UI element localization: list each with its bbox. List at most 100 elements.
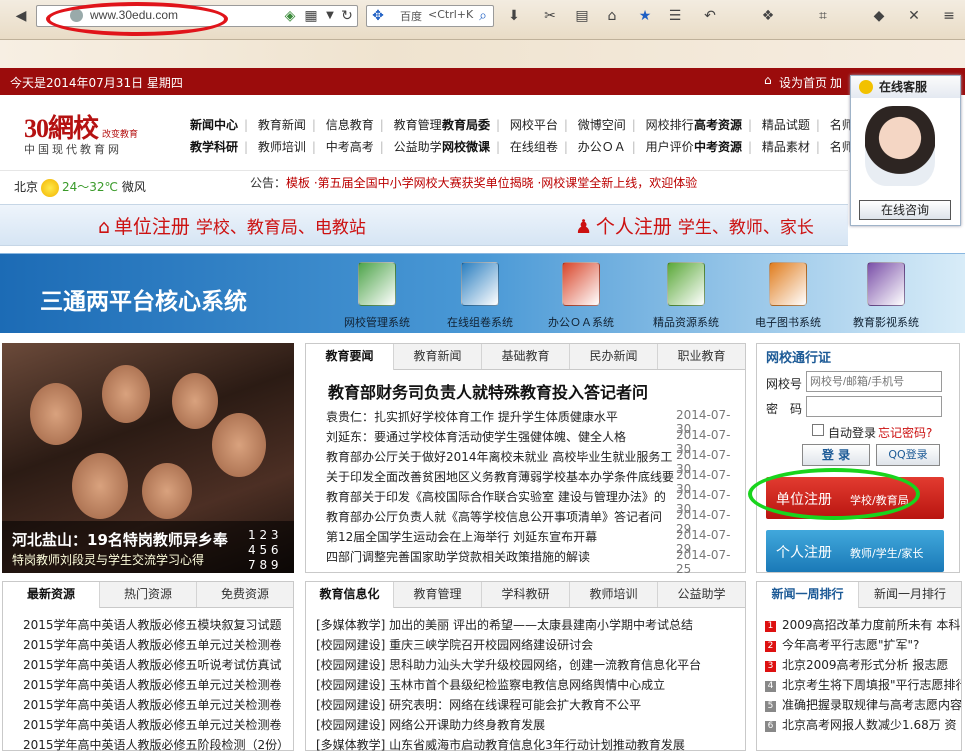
ranking-item[interactable]: 4 北京考生将下周填报"平行志愿排行" <box>765 676 961 693</box>
tab-free-resources[interactable]: 免费资源 <box>197 582 293 607</box>
password-input[interactable] <box>806 396 942 417</box>
nav-link[interactable]: 教师培训 <box>258 140 306 154</box>
person-register-link[interactable]: ♟ 个人注册 学生、教师、家长 <box>575 212 814 239</box>
nav-link[interactable]: 中考高考 <box>326 140 374 154</box>
download-icon[interactable]: ⬇ <box>505 7 523 25</box>
system-tile[interactable]: 精品资源系统 <box>638 262 734 330</box>
news-item[interactable]: 第12届全国学生运动会在上海举行 刘延东宣布开幕 <box>326 528 597 545</box>
chat-bubble-icon[interactable]: ◆ <box>870 7 888 25</box>
account-input[interactable] <box>806 371 942 392</box>
bookmarks-list-icon[interactable]: ☰ <box>666 7 684 25</box>
unit-register-link[interactable]: ⌂ 单位注册 学校、教育局、电教站 <box>98 212 366 239</box>
qr-code-icon[interactable]: ▦ <box>302 7 320 25</box>
grid-icon[interactable]: ▤ <box>573 7 591 25</box>
screenshot-icon[interactable]: ✂ <box>541 7 559 25</box>
pager-row[interactable]: 4 5 6 <box>248 543 292 558</box>
site-logo[interactable]: 30網校 改变教育 中国现代教育网 <box>24 108 138 157</box>
news-item[interactable]: 教育部关于印发《高校国际合作联合实验室 建设与管理办法》的 <box>326 488 666 505</box>
search-icon[interactable]: ⌕ <box>474 7 492 25</box>
system-tile[interactable]: 电子图书系统 <box>740 262 836 330</box>
login-button[interactable]: 登 录 <box>802 444 870 466</box>
auto-login-checkbox[interactable] <box>812 424 824 436</box>
news-item[interactable]: 教育部办公厅负责人就《高等学校信息公开事项清单》答记者问 <box>326 508 662 525</box>
ranking-item[interactable]: 2 今年高考平行志愿"扩军"? <box>765 636 919 653</box>
crop-icon[interactable]: ⌗ <box>814 7 832 25</box>
nav-link[interactable]: 在线组卷 <box>510 140 558 154</box>
system-tile[interactable]: 办公ＯＡ系统 <box>533 262 629 330</box>
reload-icon[interactable]: ↻ <box>338 7 356 25</box>
nav-link[interactable]: 网校平台 <box>510 118 558 132</box>
online-consult-button[interactable]: 在线咨询 <box>859 200 951 220</box>
info-item[interactable]: [校园网建设] 网络公开课助力终身教育发展 <box>316 716 545 733</box>
resource-item[interactable]: 2015学年高中英语人教版必修五单元过关检测卷 <box>23 716 282 733</box>
news-item[interactable]: 刘延东：要通过学校体育活动使学生强健体魄、健全人格 <box>326 428 626 445</box>
tab-teacher-training[interactable]: 教师培训 <box>570 582 658 607</box>
shield-icon[interactable]: ◈ <box>281 7 299 25</box>
qq-login-button[interactable]: QQ登录 <box>876 444 940 466</box>
nav-link[interactable]: 办公ＯＡ <box>578 140 626 154</box>
ranking-item[interactable]: 3 北京2009高考形式分析 报志愿 <box>765 656 948 673</box>
tab-edu-news[interactable]: 教育新闻 <box>394 344 482 369</box>
nav-link[interactable]: 精品素材 <box>762 140 810 154</box>
news-item[interactable]: 教育部办公厅关于做好2014年离校未就业 高校毕业生就业服务工 <box>326 448 672 465</box>
nav-micro-course[interactable]: 网校微课 <box>442 140 490 154</box>
news-item[interactable]: 四部门调整完善国家助学贷款相关政策措施的解读 <box>326 548 590 565</box>
news-headline[interactable]: 教育部财务司负责人就特殊教育投入答记者问 <box>328 379 648 403</box>
info-item[interactable]: [多媒体教学] 加出的美丽 评出的希望——太康县建南小学期中考试总结 <box>316 616 693 633</box>
tab-private-news[interactable]: 民办新闻 <box>570 344 658 369</box>
tab-monthly-ranking[interactable]: 新闻一月排行 <box>859 582 961 607</box>
resource-item[interactable]: 2015学年高中英语人教版必修五听说考试仿真试 <box>23 656 282 673</box>
tab-vocational[interactable]: 职业教育 <box>658 344 745 369</box>
tab-subject-research[interactable]: 学科教研 <box>482 582 570 607</box>
nav-gaokao-resources[interactable]: 高考资源 <box>694 118 742 132</box>
nav-link[interactable]: 教育管理 <box>394 118 442 132</box>
nav-edu-bureau[interactable]: 教育局委 <box>442 118 490 132</box>
resource-item[interactable]: 2015学年高中英语人教版必修五阶段检测（2份） <box>23 736 285 753</box>
windows-icon[interactable]: ❖ <box>759 7 777 25</box>
resource-item[interactable]: 2015学年高中英语人教版必修五单元过关检测卷 <box>23 676 282 693</box>
nav-news-center[interactable]: 新闻中心 <box>190 118 238 132</box>
back-arrow-icon[interactable]: ◀ <box>12 7 30 25</box>
tab-public-welfare[interactable]: 公益助学 <box>658 582 745 607</box>
nav-zhongkao-resources[interactable]: 中考资源 <box>694 140 742 154</box>
nav-link[interactable]: 公益助学 <box>394 140 442 154</box>
nav-link[interactable]: 信息教育 <box>326 118 374 132</box>
add-favorite-link[interactable]: 加 <box>830 74 842 91</box>
set-homepage-link[interactable]: 设为首页 <box>779 74 827 91</box>
resource-item[interactable]: 2015学年高中英语人教版必修五单元过关检测卷 <box>23 696 282 713</box>
close-icon[interactable]: ✕ <box>905 7 923 25</box>
ranking-item[interactable]: 6 北京高考网报人数减少1.68万 资 <box>765 716 957 733</box>
tab-edu-informatization[interactable]: 教育信息化 <box>306 582 394 608</box>
tab-latest-resources[interactable]: 最新资源 <box>3 582 100 608</box>
home-icon[interactable]: ⌂ <box>603 7 621 25</box>
person-register-button[interactable]: 个人注册 教师/学生/家长 <box>766 530 944 572</box>
info-item[interactable]: [校园网建设] 研究表明：网络在线课程可能会扩大教育不公平 <box>316 696 641 713</box>
search-placeholder[interactable]: <Ctrl+K <box>428 8 473 21</box>
info-item[interactable]: [校园网建设] 思科助力汕头大学升级校园网络，创建一流教育信息化平台 <box>316 656 701 673</box>
tab-edu-management[interactable]: 教育管理 <box>394 582 482 607</box>
system-tile[interactable]: 网校管理系统 <box>329 262 425 330</box>
nav-link[interactable]: 教育新闻 <box>258 118 306 132</box>
news-item[interactable]: 袁贵仁：扎实抓好学校体育工作 提升学生体质健康水平 <box>326 408 618 425</box>
menu-icon[interactable]: ≡ <box>940 7 958 25</box>
resource-item[interactable]: 2015学年高中英语人教版必修五单元过关检测卷 <box>23 636 282 653</box>
news-photo[interactable]: 河北盐山：19名特岗教师异乡奉 特岗教师刘段灵与学生交流学习心得 1 2 3 4… <box>2 343 294 573</box>
tab-hot-resources[interactable]: 热门资源 <box>100 582 197 607</box>
forgot-password-link[interactable]: 忘记密码? <box>878 424 932 441</box>
news-item[interactable]: 关于印发全面改善贫困地区义务教育薄弱学校基本办学条件底线要 <box>326 468 674 485</box>
bookmark-star-icon[interactable]: ★ <box>636 7 654 25</box>
dropdown-arrow-icon[interactable]: ▼ <box>321 7 339 25</box>
undo-icon[interactable]: ↶ <box>701 7 719 25</box>
photo-title[interactable]: 河北盐山：19名特岗教师异乡奉 <box>12 529 228 550</box>
pager-row[interactable]: 7 8 9 <box>248 558 292 573</box>
notice-text[interactable]: 模板 ·第五届全国中小学网校大赛获奖单位揭晓 ·网校课堂全新上线，欢迎体验 <box>286 176 697 190</box>
info-item[interactable]: [多媒体教学] 山东省威海市启动教育信息化3年行动计划推动教育发展 <box>316 736 685 753</box>
nav-link[interactable]: 用户评价 <box>646 140 694 154</box>
ranking-item[interactable]: 5 准确把握录取规律与高考志愿内容 <box>765 696 961 713</box>
nav-link[interactable]: 微博空间 <box>578 118 626 132</box>
photo-pager[interactable]: 1 2 3 4 5 6 7 8 9 <box>248 528 292 573</box>
tab-basic-edu[interactable]: 基础教育 <box>482 344 570 369</box>
info-item[interactable]: [校园网建设] 重庆三峡学院召开校园网络建设研讨会 <box>316 636 593 653</box>
ranking-item[interactable]: 1 2009高招改革力度前所未有 本科 <box>765 616 960 633</box>
resource-item[interactable]: 2015学年高中英语人教版必修五模块叙复习试题 <box>23 616 282 633</box>
